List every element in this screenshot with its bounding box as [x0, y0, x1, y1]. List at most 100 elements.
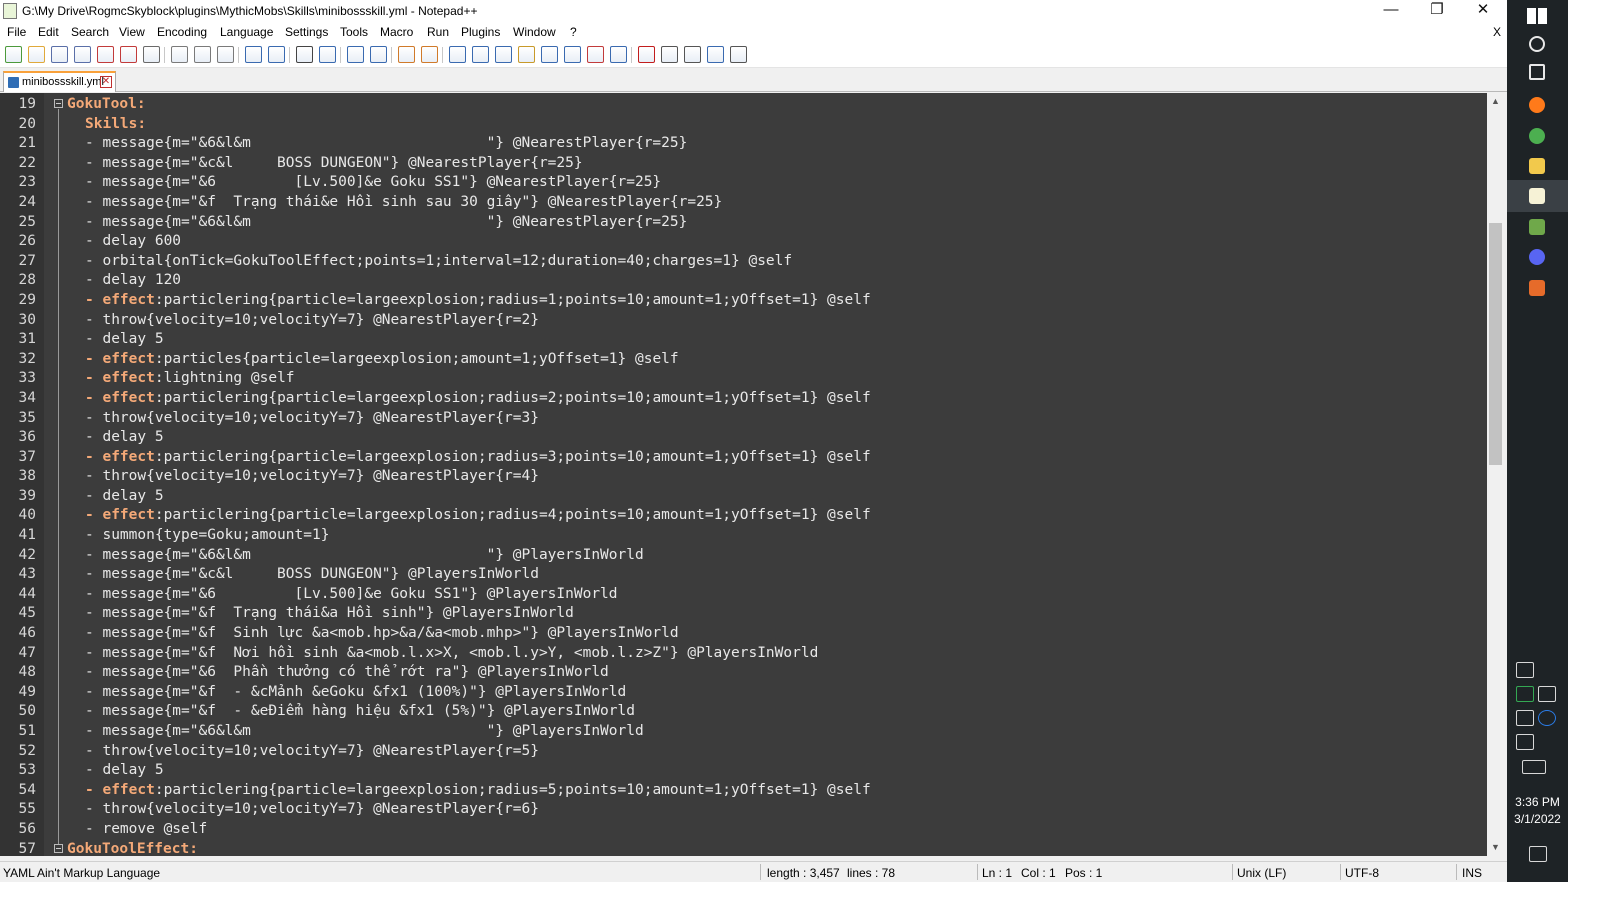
document-map-icon[interactable] [541, 46, 558, 63]
code-line[interactable]: 44 - message{m="&6 [Lv.500]&e Goku SS1"} … [0, 585, 1487, 605]
user-defined-language-icon[interactable] [518, 46, 535, 63]
code-editor[interactable]: 19 GokuTool: 20 Skills: 21 - message{m="&6&l&… [0, 93, 1487, 856]
stop-record-icon[interactable] [661, 46, 678, 63]
code-line[interactable]: 36 - delay 5 [0, 428, 1487, 448]
code-line[interactable]: 24 - message{m="&f Trạng thái&e Hồi sinh … [0, 193, 1487, 213]
close-window-button[interactable]: ✕ [1460, 0, 1506, 22]
cut-icon[interactable] [171, 46, 188, 63]
code-line[interactable]: 54 - effect:particlering{particle=largeex… [0, 781, 1487, 801]
print-icon[interactable] [143, 46, 160, 63]
code-line[interactable]: 25 - message{m="&6&l&m "} @NearestPlayer{… [0, 213, 1487, 233]
record-macro-icon[interactable] [638, 46, 655, 63]
minecraft-icon[interactable] [1529, 219, 1545, 235]
save-icon[interactable] [51, 46, 68, 63]
code-line[interactable]: 28 - delay 120 [0, 271, 1487, 291]
show-all-characters-icon[interactable] [472, 46, 489, 63]
code-line[interactable]: 52 - throw{velocity=10;velocityY=7} @Near… [0, 742, 1487, 762]
menu-plugins[interactable]: Plugins [461, 25, 500, 39]
file-explorer-icon[interactable] [1529, 158, 1545, 174]
taskbar-date[interactable]: 3/1/2022 [1507, 812, 1568, 826]
menu-file[interactable]: File [7, 25, 26, 39]
code-line[interactable]: 22 - message{m="&c&l BOSS DUNGEON"} @Near… [0, 154, 1487, 174]
menu-tools[interactable]: Tools [340, 25, 368, 39]
notepad-plus-plus-icon[interactable] [1529, 188, 1545, 204]
find-icon[interactable] [296, 46, 313, 63]
sync-horizontal-icon[interactable] [421, 46, 438, 63]
restore-button[interactable]: ❐ [1414, 0, 1460, 22]
code-line[interactable]: 39 - delay 5 [0, 487, 1487, 507]
code-line[interactable]: 46 - message{m="&f Sinh lực &a<mob.hp>&a/… [0, 624, 1487, 644]
volume-icon[interactable] [1516, 710, 1534, 726]
code-line[interactable]: 29 - effect:particlering{particle=largeex… [0, 291, 1487, 311]
undo-icon[interactable] [245, 46, 262, 63]
play-macro-icon[interactable] [684, 46, 701, 63]
notifications-icon[interactable] [1529, 846, 1547, 862]
save-macro-icon[interactable] [730, 46, 747, 63]
redo-icon[interactable] [268, 46, 285, 63]
office-icon[interactable] [1529, 280, 1545, 296]
code-line[interactable]: 20 Skills: [0, 115, 1487, 135]
minimize-button[interactable]: — [1368, 0, 1414, 22]
network-icon[interactable] [1538, 686, 1556, 702]
scroll-up-icon[interactable]: ▲ [1487, 93, 1504, 110]
zoom-in-icon[interactable] [347, 46, 364, 63]
indent-guide-icon[interactable] [495, 46, 512, 63]
discord-icon[interactable] [1529, 249, 1545, 265]
keyboard-icon[interactable] [1522, 760, 1546, 774]
menu-encoding[interactable]: Encoding [157, 25, 207, 39]
folder-as-workspace-icon[interactable] [587, 46, 604, 63]
code-line[interactable]: 45 - message{m="&f Trạng thái&a Hồi sinh"… [0, 604, 1487, 624]
code-line[interactable]: 30 - throw{velocity=10;velocityY=7} @Near… [0, 311, 1487, 331]
menu-view[interactable]: View [119, 25, 145, 39]
close-all-icon[interactable] [120, 46, 137, 63]
code-line[interactable]: 41 - summon{type=Goku;amount=1} [0, 526, 1487, 546]
task-view-icon[interactable] [1529, 64, 1545, 80]
code-line[interactable]: 48 - message{m="&6 Phần thưởng có thể rớt… [0, 663, 1487, 683]
close-icon[interactable] [97, 46, 114, 63]
menu-run[interactable]: Run [427, 25, 449, 39]
code-line[interactable]: 23 - message{m="&6 [Lv.500]&e Goku SS1"} … [0, 173, 1487, 193]
show-hidden-icons-icon[interactable] [1516, 662, 1534, 678]
menu-search[interactable]: Search [71, 25, 109, 39]
scrollbar-thumb[interactable] [1489, 223, 1502, 465]
code-line[interactable]: 53 - delay 5 [0, 761, 1487, 781]
pen-icon[interactable] [1516, 734, 1534, 750]
taskbar-time[interactable]: 3:36 PM [1507, 795, 1568, 809]
open-file-icon[interactable] [28, 46, 45, 63]
code-line[interactable]: 49 - message{m="&f - &cMảnh &eGoku &fx1 (… [0, 683, 1487, 703]
new-file-icon[interactable] [5, 46, 22, 63]
code-line[interactable]: 42 - message{m="&6&l&m "} @PlayersInWorld [0, 546, 1487, 566]
code-line[interactable]: 31 - delay 5 [0, 330, 1487, 350]
close-document-button[interactable]: X [1493, 25, 1501, 39]
code-line[interactable]: 57 GokuToolEffect: [0, 840, 1487, 856]
zoom-out-icon[interactable] [370, 46, 387, 63]
code-line[interactable]: 34 - effect:particlering{particle=largeex… [0, 389, 1487, 409]
code-line[interactable]: 56 - remove @self [0, 820, 1487, 840]
word-wrap-icon[interactable] [449, 46, 466, 63]
code-line[interactable]: 32 - effect:particles{particle=largeexplo… [0, 350, 1487, 370]
code-line[interactable]: 33 - effect:lightning @self [0, 369, 1487, 389]
tab-close-button[interactable]: ✕ [100, 76, 112, 88]
scroll-down-icon[interactable]: ▼ [1487, 839, 1504, 856]
code-line[interactable]: 37 - effect:particlering{particle=largeex… [0, 448, 1487, 468]
code-line[interactable]: 55 - throw{velocity=10;velocityY=7} @Near… [0, 800, 1487, 820]
google-drive-icon[interactable] [1516, 686, 1534, 702]
code-line[interactable]: 21 - message{m="&6&l&m "} @NearestPlayer{… [0, 134, 1487, 154]
run-macro-multiple-icon[interactable] [707, 46, 724, 63]
menu-help[interactable]: ? [570, 25, 577, 39]
menu-language[interactable]: Language [220, 25, 273, 39]
copy-icon[interactable] [194, 46, 211, 63]
replace-icon[interactable] [319, 46, 336, 63]
code-line[interactable]: 19 GokuTool: [0, 95, 1487, 115]
save-all-icon[interactable] [74, 46, 91, 63]
menu-window[interactable]: Window [513, 25, 556, 39]
menu-macro[interactable]: Macro [380, 25, 413, 39]
vertical-scrollbar[interactable]: ▲ ▼ [1487, 93, 1504, 856]
code-line[interactable]: 43 - message{m="&c&l BOSS DUNGEON"} @Play… [0, 565, 1487, 585]
monitoring-icon[interactable] [610, 46, 627, 63]
search-icon[interactable] [1529, 36, 1545, 52]
title-bar[interactable]: G:\My Drive\RogmcSkyblock\plugins\Mythic… [0, 0, 1507, 22]
menu-edit[interactable]: Edit [38, 25, 59, 39]
paste-icon[interactable] [217, 46, 234, 63]
menu-settings[interactable]: Settings [285, 25, 328, 39]
